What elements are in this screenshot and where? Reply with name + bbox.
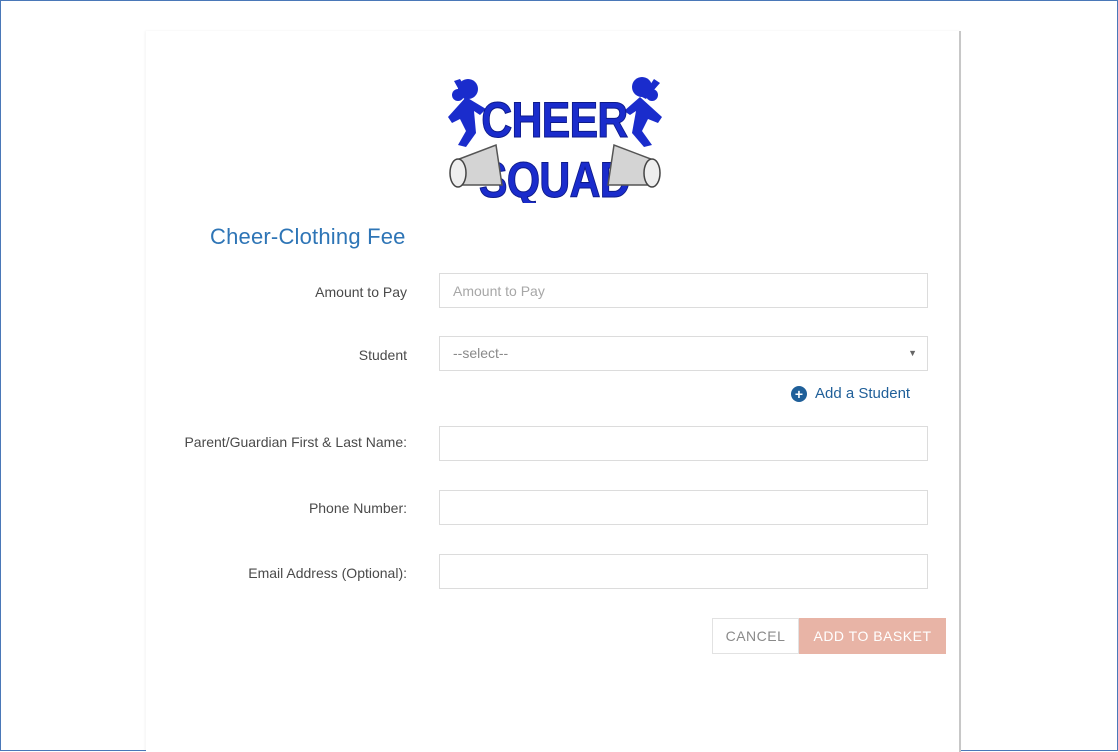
parent-name-label: Parent/Guardian First & Last Name: (184, 434, 407, 450)
add-student-label: Add a Student (815, 385, 911, 402)
amount-label: Amount to Pay (315, 284, 407, 300)
form-card: CHEER SQUAD Cheer-Clothing Fee Amount to… (146, 31, 961, 752)
parent-name-input[interactable] (439, 426, 928, 461)
student-select-value: --select-- (453, 345, 509, 361)
cancel-button[interactable]: CANCEL (712, 618, 799, 654)
phone-label: Phone Number: (308, 500, 407, 516)
student-select[interactable]: --select-- ▼ (439, 336, 928, 371)
add-to-basket-button[interactable]: ADD TO BASKET (799, 618, 946, 654)
email-input[interactable] (439, 554, 928, 589)
plus-circle-icon: + (791, 385, 807, 402)
dropdown-arrow-icon: ▼ (908, 348, 917, 358)
svg-text:CHEER: CHEER (481, 92, 627, 148)
page-title: Cheer-Clothing Fee (210, 224, 406, 249)
phone-input[interactable] (439, 490, 928, 525)
student-label: Student (358, 347, 407, 363)
email-label: Email Address (Optional): (248, 565, 407, 581)
amount-input[interactable] (439, 273, 928, 308)
cheer-squad-logo: CHEER SQUAD (448, 77, 662, 203)
add-student-link[interactable]: + Add a Student (791, 385, 910, 402)
page-frame: CHEER SQUAD Cheer-Clothing Fee Amount to… (0, 0, 1118, 752)
